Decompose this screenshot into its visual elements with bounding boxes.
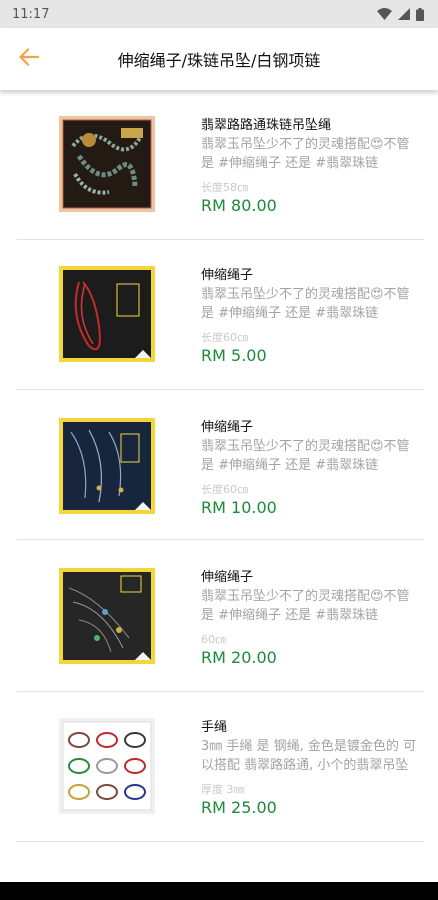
product-description: 翡翠玉吊坠少不了的灵魂搭配😍不管是 #伸缩绳子 还是 #翡翠珠链 xyxy=(201,439,410,473)
product-image xyxy=(59,568,155,664)
product-image xyxy=(59,266,155,362)
product-image xyxy=(59,718,155,814)
product-title: 翡翠路路通珠链吊坠绳 xyxy=(201,118,332,133)
product-description: 3㎜ 手绳 是 钢绳, 金色是镀金色的 可以搭配 翡翠路路通, 小个的翡翠吊坠 xyxy=(201,739,417,773)
system-nav-bar xyxy=(0,882,438,900)
product-price: RM 20.00 xyxy=(201,648,277,667)
product-size: 60㎝ xyxy=(201,633,226,646)
product-size: 长度60㎝ xyxy=(201,483,248,496)
product-size: 长度60㎝ xyxy=(201,331,248,344)
product-price: RM 10.00 xyxy=(201,498,277,517)
product-item[interactable]: 伸缩绳子 翡翠玉吊坠少不了的灵魂搭配😍不管是 #伸缩绳子 还是 #翡翠珠链 长度… xyxy=(17,240,424,390)
signal-icon xyxy=(398,8,410,20)
product-title: 伸缩绳子 xyxy=(201,420,254,435)
product-price: RM 80.00 xyxy=(201,196,277,215)
product-item[interactable]: 翡翠路路通珠链吊坠绳 翡翠玉吊坠少不了的灵魂搭配😍不管是 #伸缩绳子 还是 #翡… xyxy=(17,90,424,240)
product-list: 翡翠路路通珠链吊坠绳 翡翠玉吊坠少不了的灵魂搭配😍不管是 #伸缩绳子 还是 #翡… xyxy=(0,90,438,882)
product-image xyxy=(59,418,155,514)
arrow-left-icon xyxy=(19,48,40,70)
wifi-icon xyxy=(377,8,392,20)
product-title: 手绳 xyxy=(201,720,228,735)
product-title: 伸缩绳子 xyxy=(201,570,254,585)
status-icons xyxy=(377,7,424,21)
page-title: 伸缩绳子/珠链吊坠/白钢项链 xyxy=(117,51,321,70)
product-title: 伸缩绳子 xyxy=(201,268,254,283)
product-item[interactable]: 手绳 3㎜ 手绳 是 钢绳, 金色是镀金色的 可以搭配 翡翠路路通, 小个的翡翠… xyxy=(17,692,424,842)
product-item[interactable]: 伸缩绳子 翡翠玉吊坠少不了的灵魂搭配😍不管是 #伸缩绳子 还是 #翡翠珠链 60… xyxy=(17,542,424,692)
product-size: 厚度 3㎜ xyxy=(201,783,245,796)
product-image xyxy=(59,116,155,212)
product-item[interactable]: 伸缩绳子 翡翠玉吊坠少不了的灵魂搭配😍不管是 #伸缩绳子 还是 #翡翠珠链 长度… xyxy=(17,390,424,540)
product-price: RM 25.00 xyxy=(201,798,277,817)
product-price: RM 5.00 xyxy=(201,346,267,365)
product-size: 长度58㎝ xyxy=(201,181,248,194)
status-bar: 11:17 xyxy=(0,0,438,28)
battery-icon xyxy=(416,7,424,21)
product-description: 翡翠玉吊坠少不了的灵魂搭配😍不管是 #伸缩绳子 还是 #翡翠珠链 xyxy=(201,137,410,171)
app-bar: 伸缩绳子/珠链吊坠/白钢项链 xyxy=(0,28,438,90)
product-description: 翡翠玉吊坠少不了的灵魂搭配😍不管是 #伸缩绳子 还是 #翡翠珠链 xyxy=(201,589,410,623)
status-time: 11:17 xyxy=(12,6,50,22)
product-description: 翡翠玉吊坠少不了的灵魂搭配😍不管是 #伸缩绳子 还是 #翡翠珠链 xyxy=(201,287,410,321)
back-button[interactable] xyxy=(0,28,58,90)
